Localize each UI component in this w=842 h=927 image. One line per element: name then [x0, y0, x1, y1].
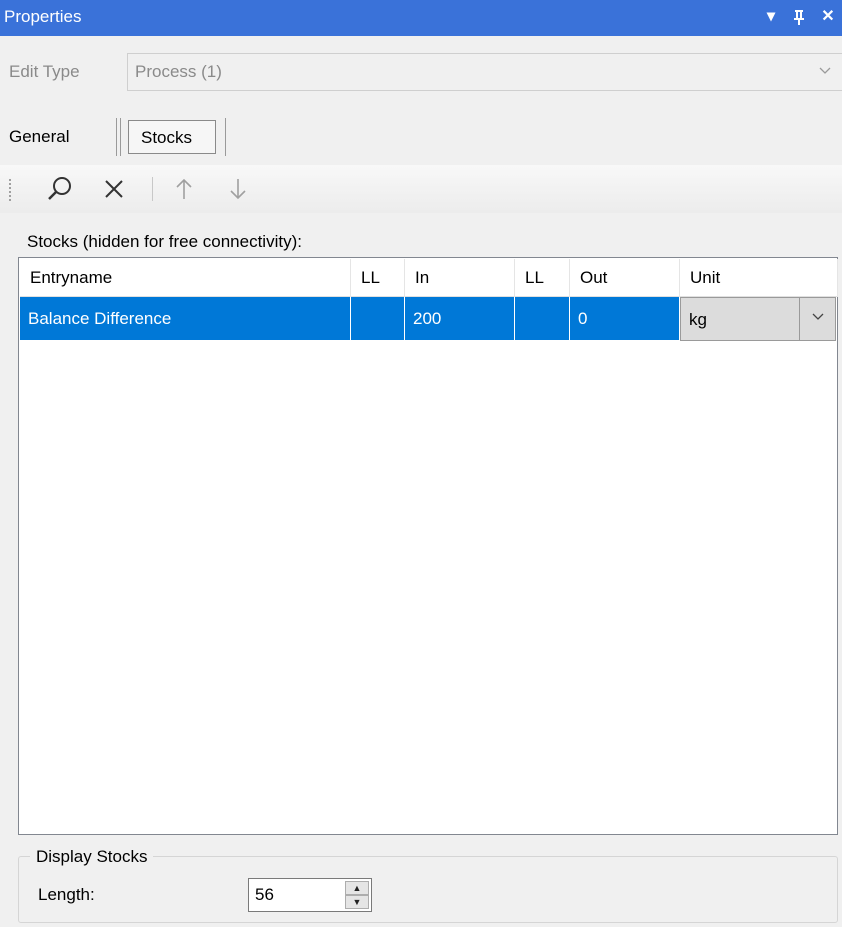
cell-out[interactable]: 0 — [570, 297, 680, 341]
properties-titlebar: Properties ▾ ✕ — [0, 0, 842, 36]
stocks-toolbar — [0, 165, 842, 213]
cell-in[interactable]: 200 — [405, 297, 515, 341]
close-icon[interactable]: ✕ — [817, 6, 839, 28]
tab-stocks-label: Stocks — [141, 128, 193, 147]
table-row[interactable]: Balance Difference 200 0 kg — [20, 297, 838, 341]
length-value[interactable]: 56 — [255, 885, 274, 905]
chevron-down-icon[interactable] — [799, 298, 835, 340]
chevron-down-icon[interactable]: ▾ — [760, 6, 782, 28]
cell-unit-select[interactable]: kg — [680, 297, 836, 341]
arrow-up-icon[interactable] — [168, 173, 200, 205]
delete-icon[interactable] — [98, 173, 130, 205]
tab-divider — [225, 118, 226, 156]
edit-type-value: Process (1) — [135, 62, 222, 81]
tab-divider — [120, 118, 121, 156]
stepper-down-button[interactable]: ▼ — [345, 895, 369, 909]
toolbar-grip[interactable] — [9, 179, 12, 201]
chevron-down-icon — [818, 62, 832, 82]
column-header-ll-out[interactable]: LL — [515, 259, 570, 297]
cell-entryname[interactable]: Balance Difference — [20, 297, 351, 341]
search-icon[interactable] — [44, 173, 76, 205]
cell-ll-out[interactable] — [515, 297, 570, 341]
stocks-grid[interactable]: Entryname LL In LL Out Unit Balance Diff… — [18, 257, 838, 835]
column-header-entryname[interactable]: Entryname — [20, 259, 351, 297]
toolbar-separator — [152, 177, 153, 201]
window-title: Properties — [4, 7, 82, 26]
arrow-down-icon[interactable] — [222, 173, 254, 205]
length-stepper[interactable]: 56 ▲ ▼ — [248, 878, 372, 912]
grid-header: Entryname LL In LL Out Unit — [20, 259, 838, 297]
tab-divider — [116, 118, 117, 156]
tab-general[interactable]: General — [9, 127, 69, 147]
tab-stocks[interactable]: Stocks — [128, 120, 216, 154]
edit-type-select[interactable]: Process (1) — [127, 53, 842, 91]
edit-type-label: Edit Type — [9, 62, 80, 81]
stocks-caption: Stocks (hidden for free connectivity): — [27, 232, 302, 251]
column-header-in[interactable]: In — [405, 259, 515, 297]
column-header-out[interactable]: Out — [570, 259, 680, 297]
cell-ll-in[interactable] — [351, 297, 405, 341]
stepper-up-button[interactable]: ▲ — [345, 881, 369, 895]
length-label: Length: — [38, 885, 95, 904]
pin-icon[interactable] — [788, 6, 810, 28]
column-header-ll-in[interactable]: LL — [351, 259, 405, 297]
unit-value: kg — [689, 310, 707, 329]
column-header-unit[interactable]: Unit — [680, 259, 838, 297]
display-stocks-title: Display Stocks — [30, 847, 154, 867]
